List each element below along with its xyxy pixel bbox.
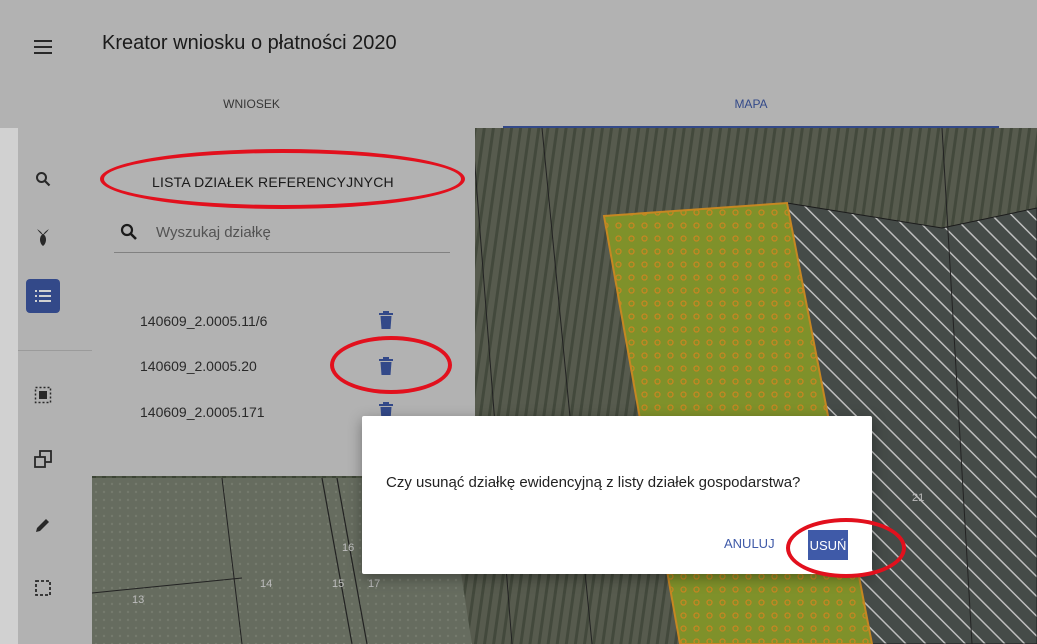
confirm-delete-dialog: Czy usunąć działkę ewidencyjną z listy d… <box>362 416 872 574</box>
confirm-delete-button[interactable]: USUŃ <box>808 530 848 560</box>
dialog-message: Czy usunąć działkę ewidencyjną z listy d… <box>386 474 801 491</box>
cancel-button[interactable]: ANULUJ <box>724 536 775 551</box>
app-frame: 13 14 15 16 17 21 Kreator wniosku o płat… <box>0 0 1037 644</box>
